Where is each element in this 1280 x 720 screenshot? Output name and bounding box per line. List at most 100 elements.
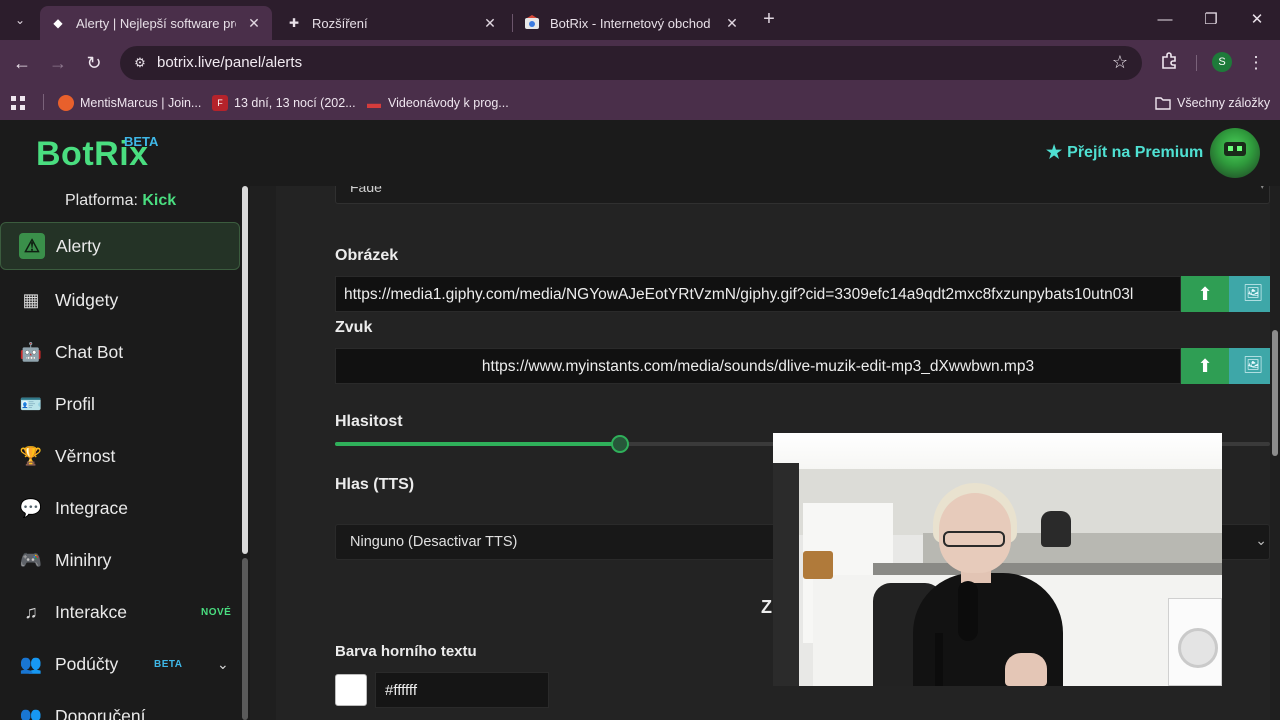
sidebar-item-label: Integrace xyxy=(55,497,128,518)
avatar-eye xyxy=(1237,146,1242,151)
all-bookmarks-folder[interactable]: Všechny záložky xyxy=(1155,93,1270,113)
forward-button[interactable]: → xyxy=(46,51,70,75)
image-url-input[interactable]: https://media1.giphy.com/media/NGYowAJeE… xyxy=(335,276,1181,312)
chevron-down-icon: ▾ xyxy=(1259,186,1265,192)
tts-select-value: Ninguno (Desactivar TTS) xyxy=(350,534,518,550)
robot-icon: 🤖 xyxy=(19,341,43,362)
chevron-down-icon: ⌄ xyxy=(1255,532,1267,548)
sidebar-item-label: Chat Bot xyxy=(55,341,124,362)
beta-badge: BETA xyxy=(154,658,183,670)
tab-botrix-store[interactable]: BotRix - Internetový obchod Ch ✕ xyxy=(514,6,750,40)
webcam-hand xyxy=(1005,653,1047,686)
sidebar-scrollbar-thumb[interactable] xyxy=(242,186,248,554)
gallery-icon: 🖼 xyxy=(1242,357,1264,374)
animation-select[interactable]: Fade ▾ xyxy=(335,186,1270,204)
webcam-overlay xyxy=(773,433,1222,686)
sidebar-item-minihry[interactable]: 🎮 Minihry xyxy=(0,536,240,584)
section-heading: Z xyxy=(761,597,772,617)
top-text-color-label: Barva horního textu xyxy=(335,643,477,660)
new-badge: NOVÉ xyxy=(201,606,232,618)
address-bar[interactable]: ⚙ botrix.live/panel/alerts ☆ xyxy=(120,46,1142,80)
video-favicon-icon: ▬ xyxy=(367,95,381,111)
bookmark-13-dni[interactable]: F 13 dní, 13 nocí (202... xyxy=(212,93,356,113)
sidebar-item-interakce[interactable]: ♫ Interakce NOVÉ xyxy=(0,588,240,636)
avatar-eye xyxy=(1228,146,1233,151)
logo-beta-badge: BETA xyxy=(124,134,159,149)
sound-url-input[interactable]: https://www.myinstants.com/media/sounds/… xyxy=(335,348,1181,384)
webcam-kettle xyxy=(1041,511,1071,547)
extensions-puzzle-icon[interactable] xyxy=(1157,51,1181,75)
sidebar: Platforma: Kick ⚠ Alerty ▦ Widgety 🤖 Cha… xyxy=(0,186,250,720)
top-text-color-input[interactable]: #ffffff xyxy=(375,672,549,708)
bookmark-star-icon[interactable]: ☆ xyxy=(1112,52,1128,73)
sidebar-item-vernost[interactable]: 🏆 Věrnost xyxy=(0,432,240,480)
sidebar-item-label: Věrnost xyxy=(55,445,116,466)
bookmark-mentismarcus[interactable]: MentisMarcus | Join... xyxy=(58,93,201,113)
sidebar-item-widgety[interactable]: ▦ Widgety xyxy=(0,276,240,324)
webcam-doorframe xyxy=(773,463,799,686)
tts-label: Hlas (TTS) xyxy=(335,476,415,493)
apps-grid-icon[interactable] xyxy=(10,93,26,113)
tab-close-icon[interactable]: ✕ xyxy=(246,15,262,32)
go-premium-button[interactable]: ★ Přejít na Premium xyxy=(1046,142,1203,163)
sidebar-item-label: Alerty xyxy=(56,235,101,256)
discord-icon: 💬 xyxy=(19,497,43,518)
webcam-glasses xyxy=(943,531,1005,547)
volume-label: Hlasitost xyxy=(335,413,403,430)
chevron-down-icon[interactable]: ⌄ xyxy=(217,656,229,673)
sidebar-item-integrace[interactable]: 💬 Integrace xyxy=(0,484,240,532)
bookmarks-bar: MentisMarcus | Join... F 13 dní, 13 nocí… xyxy=(0,86,1280,120)
back-button[interactable]: ← xyxy=(10,51,34,75)
sidebar-item-profil[interactable]: 🪪 Profil xyxy=(0,380,240,428)
app-header: BotRix BETA ★ Přejít na Premium xyxy=(0,120,1280,186)
sidebar-item-poducty[interactable]: 👥 Podúčty BETA ⌄ xyxy=(0,640,240,688)
close-window-button[interactable]: ✕ xyxy=(1245,8,1269,32)
reload-button[interactable]: ↻ xyxy=(82,51,106,75)
all-bookmarks-label: Všechny záložky xyxy=(1177,96,1271,110)
url-text[interactable]: botrix.live/panel/alerts xyxy=(157,54,302,71)
main-scrollbar-thumb[interactable] xyxy=(1272,330,1278,456)
tab-close-icon[interactable]: ✕ xyxy=(482,15,498,32)
volume-slider-thumb[interactable] xyxy=(611,435,629,453)
star-icon: ★ xyxy=(1046,142,1063,162)
browser-menu-icon[interactable]: ⋮ xyxy=(1244,51,1268,75)
tab-separator xyxy=(512,14,513,32)
toolbar-divider xyxy=(1196,55,1197,71)
bookmarks-divider xyxy=(43,94,44,110)
webcam-mic-arm xyxy=(935,633,943,686)
user-avatar[interactable] xyxy=(1210,128,1260,178)
image-upload-button[interactable]: ⬆ xyxy=(1181,276,1229,312)
sidebar-item-chat-bot[interactable]: 🤖 Chat Bot xyxy=(0,328,240,376)
gallery-icon: 🖼 xyxy=(1242,285,1264,302)
upload-icon: ⬆ xyxy=(1197,284,1213,304)
minimize-button[interactable]: — xyxy=(1153,8,1177,32)
tab-title: Alerty | Nejlepší software pro vy xyxy=(76,15,236,31)
webcam-washer-door xyxy=(1178,628,1218,668)
top-text-color-swatch[interactable] xyxy=(335,674,367,706)
webcam-bottles xyxy=(803,551,833,579)
tab-close-icon[interactable]: ✕ xyxy=(724,15,740,32)
tab-alerty[interactable]: ◆ Alerty | Nejlepší software pro vy ✕ xyxy=(40,6,272,40)
profile-avatar[interactable]: S xyxy=(1212,52,1232,72)
platform-indicator[interactable]: Platforma: Kick xyxy=(65,192,176,210)
bookmark-label: Videonávody k prog... xyxy=(388,96,509,110)
tab-search-button[interactable]: ⌄ xyxy=(8,8,32,32)
sound-upload-button[interactable]: ⬆ xyxy=(1181,348,1229,384)
tab-rozsireni[interactable]: ✚ Rozšíření ✕ xyxy=(276,6,508,40)
platform-label: Platforma: xyxy=(65,192,138,209)
users-icon: 👥 xyxy=(19,653,43,674)
bookmark-label: 13 dní, 13 nocí (202... xyxy=(234,96,356,110)
sidebar-item-doporuceni[interactable]: 👥 Doporučení xyxy=(0,692,240,720)
webcam-countertop xyxy=(873,563,1222,575)
tab-title: BotRix - Internetový obchod Ch xyxy=(550,15,714,31)
site-info-icon[interactable]: ⚙ xyxy=(130,53,150,73)
animation-select-value: Fade xyxy=(350,186,382,195)
trophy-icon: 🏆 xyxy=(19,445,43,466)
sidebar-item-alerty[interactable]: ⚠ Alerty xyxy=(0,222,240,270)
bookmark-videonavody[interactable]: ▬ Videonávody k prog... xyxy=(366,93,509,113)
image-label: Obrázek xyxy=(335,247,399,264)
new-tab-button[interactable]: + xyxy=(758,8,780,32)
warning-icon: ⚠ xyxy=(19,233,45,259)
users-icon: 👥 xyxy=(19,705,43,720)
maximize-button[interactable]: ❐ xyxy=(1199,8,1223,32)
